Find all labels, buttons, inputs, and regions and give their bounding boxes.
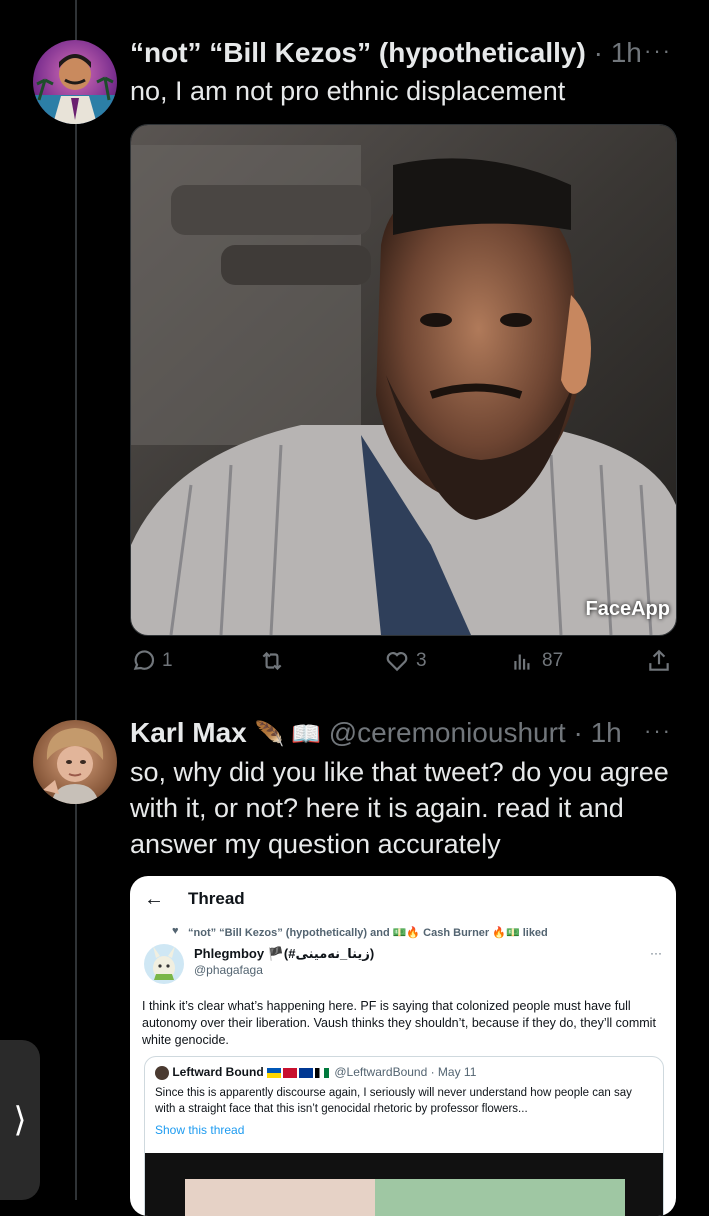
quoted-handle-date: @LeftwardBound · May 11 [334, 1065, 477, 1079]
flag-icons [267, 1065, 334, 1079]
tweet-text: no, I am not pro ethnic displacement [130, 76, 566, 106]
faceapp-watermark: FaceApp [585, 598, 670, 620]
quoted-name: Leftward Bound [172, 1065, 264, 1079]
tweet-header: “not” “Bill Kezos” (hypothetically) · 1h [130, 36, 642, 70]
view-count: 87 [542, 650, 564, 671]
timestamp[interactable]: · 1h [594, 37, 642, 68]
avatar[interactable] [33, 720, 117, 804]
embedded-screenshot[interactable]: ← Thread ♥ “not” “Bill Kezos” (hypotheti… [130, 876, 676, 1216]
display-name[interactable]: Karl Max [130, 717, 247, 748]
handle-timestamp[interactable]: @ceremonioushurt · 1h [329, 717, 622, 748]
quoted-avatar-icon [155, 1065, 169, 1080]
more-options-button[interactable]: ··· [644, 38, 672, 64]
quoted-media [145, 1153, 663, 1216]
quoted-text: Since this is apparently discourse again… [155, 1087, 632, 1115]
like-button[interactable]: 3 [384, 648, 427, 674]
retweet-icon [262, 651, 282, 671]
quoted-tweet: Leftward Bound @LeftwardBound · May 11 S… [144, 1056, 664, 1216]
post-text: I think it’s clear what’s happening here… [142, 999, 656, 1047]
chevron-right-icon: ⟩ [13, 1101, 27, 1139]
share-icon [649, 649, 669, 671]
share-button[interactable] [646, 648, 672, 674]
reply-count: 1 [162, 650, 173, 671]
views-chart-icon [514, 654, 530, 670]
side-drawer-handle[interactable]: ⟩ [0, 1040, 40, 1200]
tweet-1[interactable]: “not” “Bill Kezos” (hypothetically) · 1h… [0, 0, 709, 700]
retweet-button[interactable] [258, 648, 292, 674]
reply-icon [133, 650, 155, 670]
tweet-image[interactable]: FaceApp [130, 124, 677, 636]
heart-icon: ♥ [172, 925, 179, 937]
name-emoji: 🪶 📖 [254, 721, 321, 748]
more-options-button[interactable]: ··· [644, 718, 672, 744]
heart-icon [386, 652, 408, 672]
thread-header: Thread [188, 889, 245, 908]
back-arrow-icon: ← [144, 888, 164, 910]
liked-by-line: “not” “Bill Kezos” (hypothetically) and … [188, 927, 548, 939]
avatar[interactable] [33, 40, 117, 124]
reply-button[interactable]: 1 [130, 648, 173, 674]
poster-name: Phlegmboy 🏴(#زينا_نەمينى) [194, 946, 375, 961]
quoted-header: Leftward Bound @LeftwardBound · May 11 [155, 1065, 476, 1080]
poster-handle: @phagafaga [194, 963, 263, 977]
poster-avatar [144, 944, 184, 984]
views-button[interactable]: 87 [510, 648, 563, 674]
display-name[interactable]: “not” “Bill Kezos” (hypothetically) [130, 37, 586, 68]
show-thread-link: Show this thread [155, 1123, 245, 1137]
more-options-icon: ··· [650, 946, 662, 960]
tweet-text: so, why did you like that tweet? do you … [130, 757, 669, 859]
tweet-actions: 1 3 87 [130, 648, 675, 682]
like-count: 3 [416, 650, 427, 671]
tweet-header: Karl Max 🪶 📖 @ceremonioushurt · 1h [130, 716, 622, 752]
